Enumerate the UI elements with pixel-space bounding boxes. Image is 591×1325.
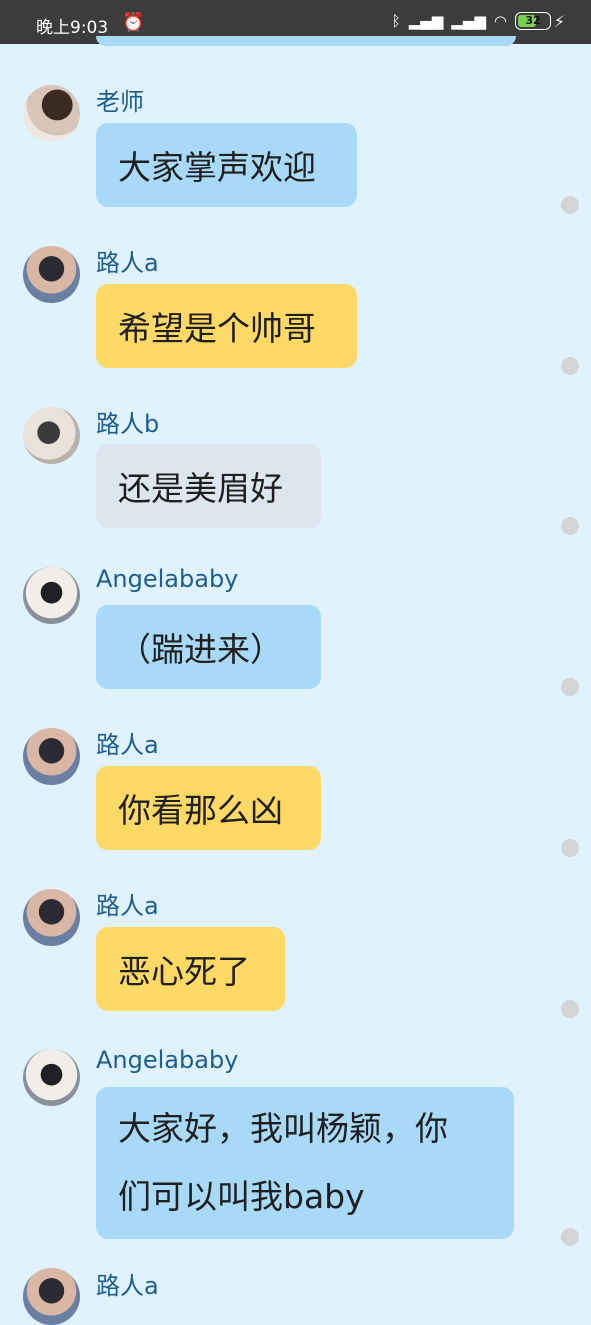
bluetooth-icon: ᛒ <box>391 12 401 30</box>
sender-name: 老师 <box>96 88 144 116</box>
avatar[interactable] <box>23 1049 80 1106</box>
select-dot[interactable] <box>561 517 579 535</box>
message-text-line2: 们可以叫我baby <box>118 1177 365 1216</box>
message-bubble[interactable]: 希望是个帅哥 <box>96 284 357 368</box>
message-bubble[interactable]: 你看那么凶 <box>96 766 321 850</box>
previous-bubble-peek <box>96 36 516 46</box>
message-bubble[interactable]: 大家掌声欢迎 <box>96 123 357 207</box>
signal-icon: ▂▄▆ <box>408 12 444 30</box>
alarm-clock-icon: ⏰ <box>122 12 145 33</box>
select-dot[interactable] <box>561 196 579 214</box>
avatar[interactable] <box>23 85 80 142</box>
avatar[interactable] <box>23 1268 80 1325</box>
select-dot[interactable] <box>561 678 579 696</box>
avatar[interactable] <box>23 246 80 303</box>
sender-name: 路人b <box>96 410 160 438</box>
sender-name: 路人a <box>96 892 159 920</box>
sender-name: 路人a <box>96 731 159 759</box>
lightning-bolt-icon: ⚡ <box>553 12 565 31</box>
message-text: 希望是个帅哥 <box>118 309 316 348</box>
message-text: 还是美眉好 <box>118 469 283 508</box>
select-dot[interactable] <box>561 839 579 857</box>
status-time: 晚上9:03 <box>36 18 109 38</box>
avatar[interactable] <box>23 567 80 624</box>
select-dot[interactable] <box>561 1000 579 1018</box>
message-text-line1: 大家好，我叫杨颖，你 <box>118 1109 448 1148</box>
message-text: 大家掌声欢迎 <box>118 148 316 187</box>
battery-level: 32 <box>525 14 541 27</box>
avatar[interactable] <box>23 728 80 785</box>
sender-name: Angelababy <box>96 565 239 593</box>
message-text: 你看那么凶 <box>118 791 283 830</box>
status-icons: ᛒ ▂▄▆ ▂▄▆ ◠ 32 <box>392 12 551 30</box>
message-text: （踹进来） <box>118 630 283 669</box>
message-text: 恶心死了 <box>118 952 250 991</box>
avatar[interactable] <box>23 889 80 946</box>
select-dot[interactable] <box>561 1228 579 1246</box>
message-bubble[interactable]: 大家好，我叫杨颖，你 们可以叫我baby <box>96 1087 514 1239</box>
hd-signal-icon: ▂▄▆ <box>451 12 486 30</box>
sender-name: 路人a <box>96 1272 159 1300</box>
wifi-icon: ◠ <box>493 12 507 30</box>
message-bubble[interactable]: （踹进来） <box>96 605 321 689</box>
avatar[interactable] <box>23 407 80 464</box>
select-dot[interactable] <box>561 357 579 375</box>
sender-name: Angelababy <box>96 1046 239 1074</box>
message-bubble[interactable]: 还是美眉好 <box>96 444 321 528</box>
sender-name: 路人a <box>96 249 159 277</box>
battery-icon: 32 <box>515 12 551 30</box>
message-bubble[interactable]: 恶心死了 <box>96 927 285 1011</box>
